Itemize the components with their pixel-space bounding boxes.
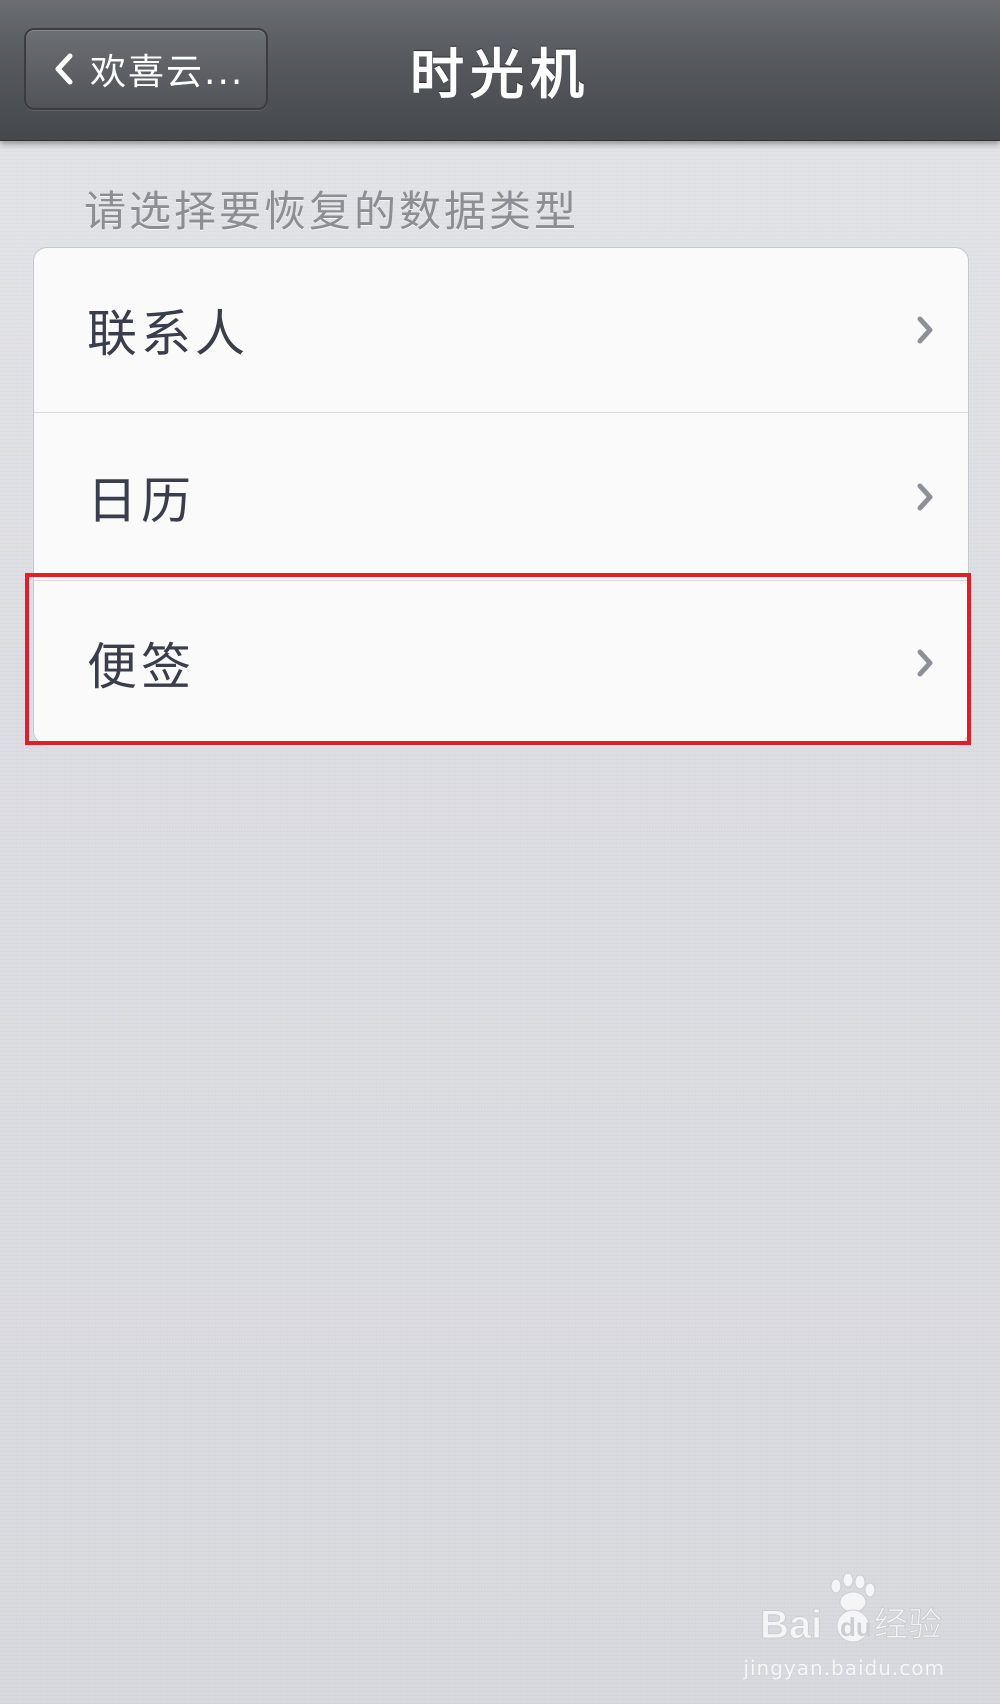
list-item-contacts[interactable]: 联系人: [34, 248, 968, 413]
navigation-bar: 欢喜云... 时光机: [0, 0, 1000, 141]
data-type-list: 联系人 日历 便签: [33, 247, 969, 745]
screen: 欢喜云... 时光机 请选择要恢复的数据类型 联系人 日历 便签 Bai du …: [0, 0, 1000, 1704]
list-item-label: 联系人: [87, 305, 249, 363]
section-header: 请选择要恢复的数据类型: [84, 187, 580, 236]
chevron-right-icon: [910, 648, 940, 678]
baidu-paw-logo-icon: Bai du 经验: [760, 1572, 943, 1648]
page-title: 时光机: [410, 43, 590, 106]
list-item-label: 便签: [87, 637, 195, 696]
svg-text:Bai: Bai: [760, 1603, 822, 1647]
chevron-right-icon: [910, 482, 940, 512]
list-item-label: 日历: [87, 471, 195, 530]
watermark-url: jingyan.baidu.com: [743, 1656, 945, 1680]
list-item-calendar[interactable]: 日历: [34, 413, 968, 581]
svg-text:du: du: [840, 1612, 872, 1642]
svg-text:经验: 经验: [874, 1605, 942, 1645]
chevron-right-icon: [910, 315, 940, 345]
list-item-notes[interactable]: 便签: [34, 581, 968, 744]
